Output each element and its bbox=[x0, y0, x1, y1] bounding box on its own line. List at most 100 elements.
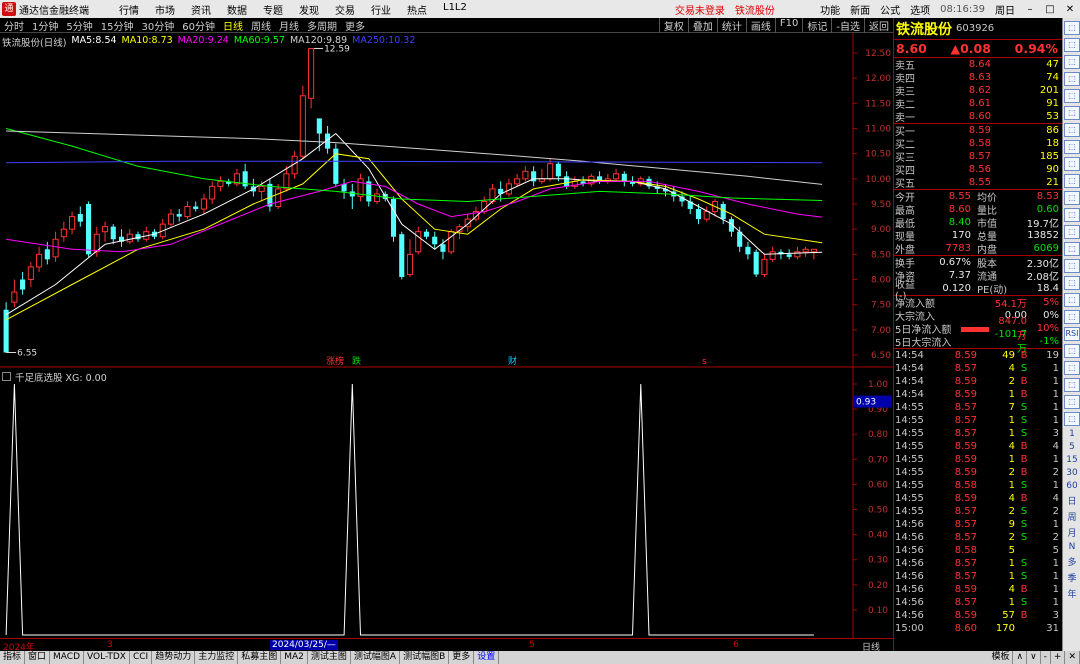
close-button[interactable]: ✕ bbox=[1060, 4, 1080, 15]
sidebar-tool-icon[interactable]: ⬚ bbox=[1064, 412, 1080, 426]
bottom-tab[interactable]: CCI bbox=[130, 651, 153, 664]
sidebar-tool-icon[interactable]: ⬚ bbox=[1064, 123, 1080, 137]
sidebar-tool-icon[interactable]: ⬚ bbox=[1064, 21, 1080, 35]
bottom-tab[interactable]: 测试幅图B bbox=[400, 651, 450, 664]
menu-item[interactable]: 专题 bbox=[255, 2, 291, 17]
menu-item[interactable]: 热点 bbox=[399, 2, 435, 17]
sidebar-tool-icon[interactable]: ⬚ bbox=[1064, 361, 1080, 375]
period-tab[interactable]: 分时 bbox=[0, 18, 28, 33]
sidebar-period-item[interactable]: 5 bbox=[1064, 442, 1080, 452]
right-menu-item[interactable]: 选项 bbox=[905, 2, 935, 17]
current-stock[interactable]: 铁流股份 bbox=[735, 2, 775, 17]
bottom-tab[interactable]: 设置 bbox=[474, 651, 500, 664]
menu-item[interactable]: 发现 bbox=[291, 2, 327, 17]
maximize-button[interactable]: □ bbox=[1040, 4, 1060, 15]
menu-item[interactable]: 交易 bbox=[327, 2, 363, 17]
candlestick-chart[interactable]: 12.50 12.00 11.50 11.00 10.50 10.00 9.50 9.00 8.… bbox=[0, 33, 893, 368]
bottom-tab[interactable]: 测试幅图A bbox=[351, 651, 401, 664]
toolbar-button[interactable]: 返回 bbox=[864, 17, 893, 33]
bottom-control[interactable]: 模板 bbox=[988, 651, 1014, 664]
candle-up bbox=[604, 173, 611, 184]
right-menu-item[interactable]: 新面 bbox=[845, 2, 875, 17]
sidebar-tool-icon[interactable]: ⬚ bbox=[1064, 55, 1080, 69]
period-tab[interactable]: 60分钟 bbox=[178, 18, 219, 33]
sidebar-tool-icon[interactable]: ⬚ bbox=[1064, 106, 1080, 120]
sidebar-tool-icon[interactable]: ⬚ bbox=[1064, 378, 1080, 392]
sidebar-period-item[interactable]: 多 bbox=[1064, 555, 1080, 568]
period-tab[interactable]: 多周期 bbox=[303, 18, 341, 33]
sidebar-tool-icon[interactable]: ⬚ bbox=[1064, 72, 1080, 86]
sidebar-tool-icon[interactable]: ⬚ bbox=[1064, 208, 1080, 222]
sidebar-tool-icon[interactable]: ⬚ bbox=[1064, 225, 1080, 239]
period-tab[interactable]: 5分钟 bbox=[62, 18, 96, 33]
sidebar-tool-icon[interactable]: ⬚ bbox=[1064, 89, 1080, 103]
period-tab[interactable]: 30分钟 bbox=[137, 18, 178, 33]
sidebar-tool-icon[interactable]: ⬚ bbox=[1064, 259, 1080, 273]
bottom-control[interactable]: ∨ bbox=[1027, 651, 1041, 664]
sidebar-tool-icon[interactable]: ⬚ bbox=[1064, 174, 1080, 188]
bottom-tab[interactable]: 趋势动力 bbox=[152, 651, 196, 664]
toolbar-button[interactable]: 复权 bbox=[658, 17, 688, 33]
bottom-tab[interactable]: 测试主图 bbox=[308, 651, 351, 664]
sidebar-tool-icon[interactable]: RSI bbox=[1064, 327, 1080, 341]
bottom-tab[interactable]: 更多 bbox=[449, 651, 475, 664]
sidebar-tool-icon[interactable]: ⬚ bbox=[1064, 242, 1080, 256]
bottom-tab[interactable]: 窗口 bbox=[25, 651, 51, 664]
period-tab[interactable]: 1分钟 bbox=[28, 18, 62, 33]
period-tab[interactable]: 周线 bbox=[247, 18, 275, 33]
sidebar-tool-icon[interactable]: ⬚ bbox=[1064, 276, 1080, 290]
bottom-control[interactable]: ∧ bbox=[1013, 651, 1028, 664]
sidebar-tool-icon[interactable]: ⬚ bbox=[1064, 344, 1080, 358]
sidebar-tool-icon[interactable]: ⬚ bbox=[1064, 191, 1080, 205]
menu-item[interactable]: 市场 bbox=[147, 2, 183, 17]
sidebar-period-item[interactable]: 周 bbox=[1064, 510, 1080, 523]
sidebar-period-item[interactable]: 日 bbox=[1064, 494, 1080, 507]
bottom-tab[interactable]: 主力监控 bbox=[195, 651, 239, 664]
sidebar-tool-icon[interactable]: ⬚ bbox=[1064, 157, 1080, 171]
login-status[interactable]: 交易未登录 bbox=[675, 2, 725, 17]
menu-item[interactable]: 数据 bbox=[219, 2, 255, 17]
toolbar-button[interactable]: 标记 bbox=[802, 17, 831, 33]
price-tick-label: 9.50 bbox=[871, 200, 891, 210]
bottom-control[interactable]: + bbox=[1051, 651, 1066, 664]
right-menu-item[interactable]: 公式 bbox=[875, 2, 905, 17]
sidebar-period-item[interactable]: 1 bbox=[1064, 429, 1080, 439]
period-tab[interactable]: 15分钟 bbox=[97, 18, 138, 33]
toolbar-button[interactable]: 叠加 bbox=[687, 17, 717, 33]
sidebar-period-item[interactable]: 30 bbox=[1064, 468, 1080, 478]
toolbar-button[interactable]: F10 bbox=[774, 17, 802, 33]
sidebar-period-item[interactable]: N bbox=[1064, 542, 1080, 552]
sidebar-tool-icon[interactable]: ⬚ bbox=[1064, 140, 1080, 154]
period-tab[interactable]: 日线 bbox=[219, 18, 247, 33]
menu-item[interactable]: L1L2 bbox=[435, 2, 475, 17]
toolbar-button[interactable]: -自选 bbox=[831, 17, 864, 33]
menu-item[interactable]: 资讯 bbox=[183, 2, 219, 17]
sidebar-tool-icon[interactable]: ⬚ bbox=[1064, 38, 1080, 52]
bottom-control[interactable]: - bbox=[1041, 651, 1051, 664]
bottom-tab[interactable]: MACD bbox=[50, 651, 85, 664]
right-menu-item[interactable]: 功能 bbox=[815, 2, 845, 17]
bottom-tab[interactable]: 指标 bbox=[0, 651, 26, 664]
sidebar-tool-icon[interactable]: ⬚ bbox=[1064, 310, 1080, 324]
tick-list[interactable]: 14:54 8.59 49 B 19 14:54 8.57 4 S 1 14:54 8.59 2 B 1 14… bbox=[894, 349, 1062, 635]
menu-item[interactable]: 行业 bbox=[363, 2, 399, 17]
indicator-toggle-icon[interactable] bbox=[2, 372, 11, 381]
sidebar-tool-icon[interactable]: ⬚ bbox=[1064, 395, 1080, 409]
bottom-tab[interactable]: 私募主图 bbox=[238, 651, 282, 664]
sidebar-period-item[interactable]: 月 bbox=[1064, 526, 1080, 539]
toolbar-button[interactable]: 画线 bbox=[745, 17, 775, 33]
indicator-chart[interactable]: 1.000.900.800.700.600.500.400.300.200.10… bbox=[0, 368, 893, 638]
bottom-tab[interactable]: MA2 bbox=[281, 651, 308, 664]
bottom-tab[interactable]: VOL-TDX bbox=[84, 651, 130, 664]
minimize-button[interactable]: – bbox=[1020, 4, 1040, 15]
sidebar-period-item[interactable]: 年 bbox=[1064, 587, 1080, 600]
sidebar-period-item[interactable]: 60 bbox=[1064, 481, 1080, 491]
period-tab[interactable]: 更多 bbox=[341, 18, 369, 33]
toolbar-button[interactable]: 统计 bbox=[716, 17, 746, 33]
sidebar-period-item[interactable]: 季 bbox=[1064, 571, 1080, 584]
sidebar-tool-icon[interactable]: ⬚ bbox=[1064, 293, 1080, 307]
sidebar-period-item[interactable]: 15 bbox=[1064, 455, 1080, 465]
menu-item[interactable]: 行情 bbox=[111, 2, 147, 17]
bottom-control[interactable]: ✕ bbox=[1065, 651, 1080, 664]
period-tab[interactable]: 月线 bbox=[275, 18, 303, 33]
